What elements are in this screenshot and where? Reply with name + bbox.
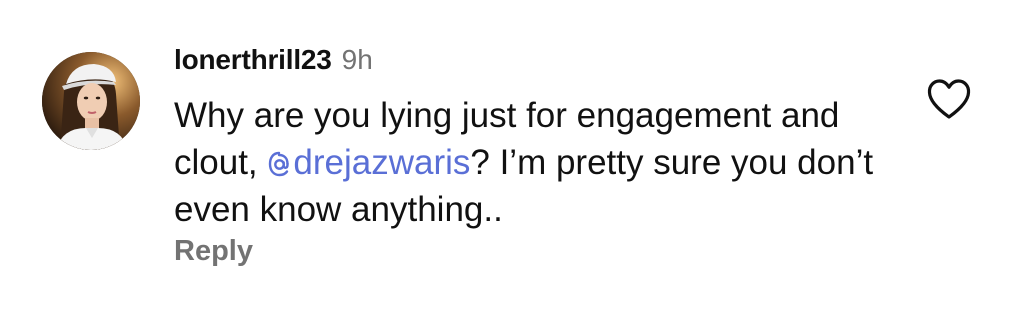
comment-text: Why are you lying just for engagement an… xyxy=(174,92,894,233)
comment-header: lonerthrill23 9h xyxy=(174,44,373,84)
threads-at-icon xyxy=(269,151,290,177)
comment: lonerthrill23 9h Why are you lying just … xyxy=(0,0,1024,313)
like-button[interactable] xyxy=(926,78,972,120)
username[interactable]: lonerthrill23 xyxy=(174,44,332,76)
avatar[interactable] xyxy=(42,52,140,150)
mention-handle: drejazwaris xyxy=(293,143,471,182)
avatar-image xyxy=(42,52,140,150)
timestamp: 9h xyxy=(341,44,373,75)
mention-link[interactable]: drejazwaris xyxy=(267,143,470,182)
heart-outline-icon xyxy=(927,79,971,119)
reply-button[interactable]: Reply xyxy=(174,235,253,268)
